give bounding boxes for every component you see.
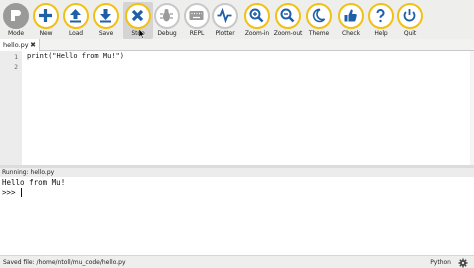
editor-scrollbar[interactable] [470, 51, 474, 165]
gear-icon[interactable] [458, 258, 468, 268]
line-number-gutter: 1 2 [0, 51, 22, 165]
line-number: 2 [14, 63, 18, 71]
mu-editor-window: Mode New Load Save Stop Debug REPL Plott… [0, 0, 474, 268]
repl-prompt-line[interactable]: >>> [2, 188, 23, 197]
mouse-pointer-icon [139, 29, 145, 39]
power-icon [397, 3, 423, 29]
code-editor[interactable]: 1 2 print("Hello from Mu!") [0, 51, 474, 165]
load-button[interactable]: Load [61, 2, 91, 39]
download-icon [93, 3, 119, 29]
zoom-in-icon [244, 3, 270, 29]
moon-icon [306, 3, 332, 29]
status-message: Saved file: /home/ntoll/mu_code/hello.py [3, 259, 126, 266]
waveform-icon [212, 3, 238, 29]
line-number: 1 [14, 53, 18, 61]
tab-label: hello.py [3, 41, 29, 49]
close-icon [125, 3, 151, 29]
repl-button[interactable]: REPL [182, 2, 212, 39]
status-bar: Saved file: /home/ntoll/mu_code/hello.py… [0, 255, 474, 268]
new-button[interactable]: New [31, 2, 61, 39]
zoom-in-button[interactable]: Zoom-in [242, 2, 272, 39]
zoom-out-icon [275, 3, 301, 29]
mode-icon [3, 3, 29, 29]
running-header: Running: hello.py [0, 168, 474, 177]
thumbs-up-icon [338, 3, 364, 29]
upload-icon [63, 3, 89, 29]
mode-button[interactable]: Mode [1, 2, 31, 39]
quit-button[interactable]: Quit [395, 2, 425, 39]
question-icon [368, 3, 394, 29]
check-button[interactable]: Check [336, 2, 366, 39]
code-line[interactable]: print("Hello from Mu!") [27, 52, 124, 60]
close-tab-icon[interactable]: ✖ [30, 39, 36, 51]
tab-bar: hello.py ✖ [0, 39, 474, 51]
save-button[interactable]: Save [91, 2, 121, 39]
help-button[interactable]: Help [366, 2, 396, 39]
repl-output-line: Hello from Mu! [2, 178, 66, 187]
stop-button[interactable]: Stop [123, 2, 153, 39]
debug-button[interactable]: Debug [152, 2, 182, 39]
keyboard-icon [184, 3, 210, 29]
text-cursor [21, 188, 23, 197]
status-mode-label[interactable]: Python [430, 256, 451, 268]
bug-icon [154, 3, 180, 29]
tab-hello-py[interactable]: hello.py ✖ [0, 39, 40, 51]
repl-pane[interactable]: Hello from Mu! >>> [0, 177, 474, 255]
repl-prompt: >>> [2, 188, 21, 197]
zoom-out-button[interactable]: Zoom-out [273, 2, 303, 39]
toolbar: Mode New Load Save Stop Debug REPL Plott… [0, 0, 474, 39]
plus-icon [33, 3, 59, 29]
plotter-button[interactable]: Plotter [210, 2, 240, 39]
theme-button[interactable]: Theme [304, 2, 334, 39]
